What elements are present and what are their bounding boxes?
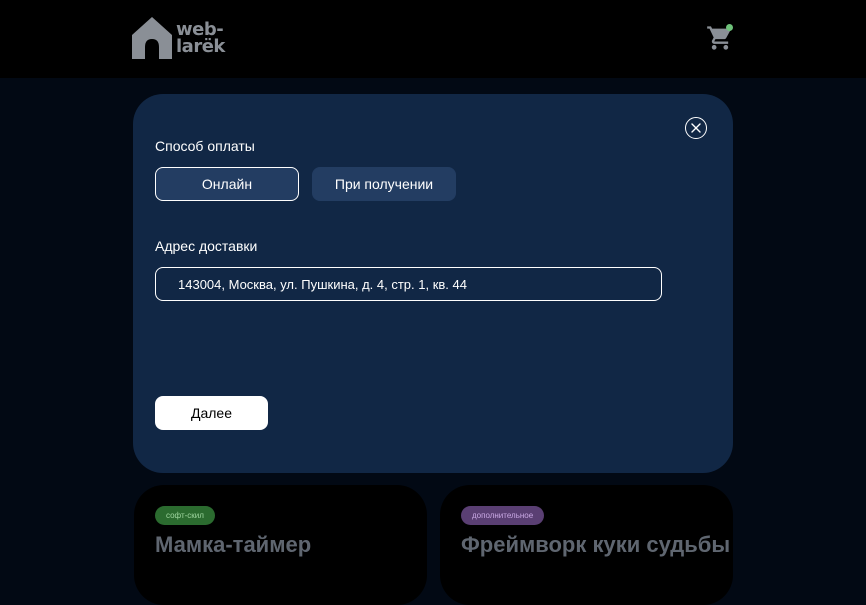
product-card[interactable]: дополнительное Фреймворк куки судьбы [440, 485, 733, 605]
house-icon [132, 17, 172, 59]
payment-label: Способ оплаты [155, 138, 255, 154]
cart-badge [726, 24, 733, 31]
address-label: Адрес доставки [155, 238, 258, 254]
cart-button[interactable] [706, 24, 734, 52]
logo[interactable]: web- larёk [132, 17, 225, 59]
payment-on-receipt-button[interactable]: При получении [312, 167, 456, 201]
card-title: Фреймворк куки судьбы [461, 532, 731, 557]
payment-online-button[interactable]: Онлайн [155, 167, 299, 201]
card-title: Мамка-таймер [155, 532, 312, 557]
order-modal: Способ оплаты Онлайн При получении Адрес… [133, 94, 733, 473]
logo-text: web- larёk [176, 21, 225, 57]
category-badge: софт-скил [155, 506, 215, 525]
header: web- larёk [0, 0, 866, 78]
address-input[interactable] [155, 267, 662, 301]
product-card[interactable]: софт-скил Мамка-таймер [134, 485, 427, 605]
next-button[interactable]: Далее [155, 396, 268, 430]
logo-line-2: larёk [176, 36, 225, 57]
close-icon [691, 123, 701, 133]
category-badge: дополнительное [461, 506, 545, 525]
close-button[interactable] [685, 117, 707, 139]
